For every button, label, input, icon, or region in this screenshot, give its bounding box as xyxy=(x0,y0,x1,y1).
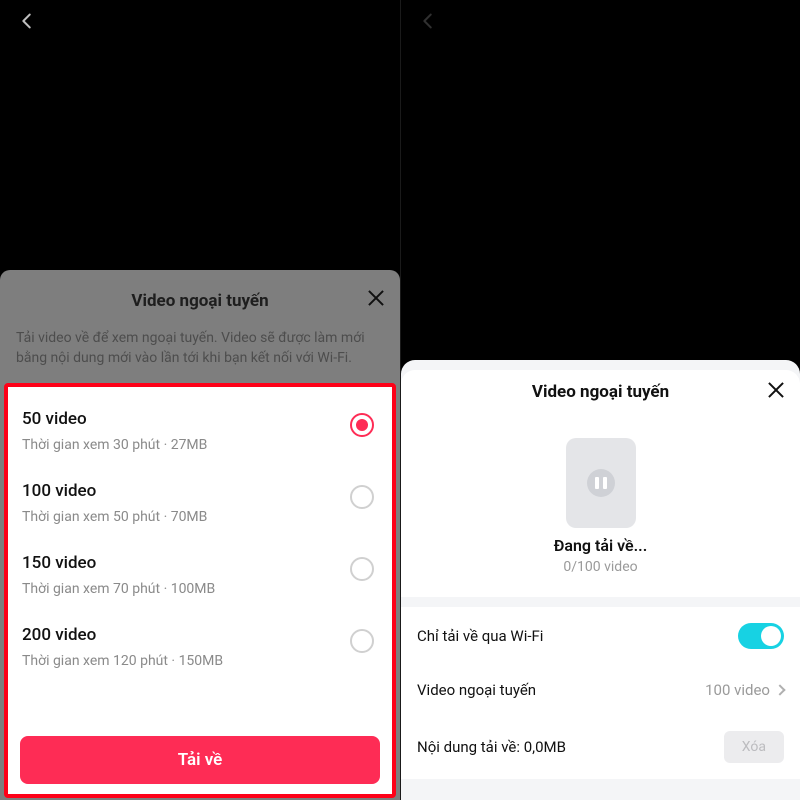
close-icon[interactable] xyxy=(766,380,786,404)
option-100[interactable]: 100 video Thời gian xem 50 phút · 70MB xyxy=(20,467,380,539)
offline-sheet: Video ngoại tuyến Đang tải về... 0/100 v… xyxy=(401,360,800,800)
settings-card: Chỉ tải về qua Wi-Fi Video ngoại tuyến 1… xyxy=(401,607,800,779)
sheet-title: Video ngoại tuyến xyxy=(131,291,268,311)
row-wifi-only[interactable]: Chỉ tải về qua Wi-Fi xyxy=(401,607,800,665)
option-title: 100 video xyxy=(22,481,378,501)
chevron-right-icon xyxy=(774,684,785,695)
sheet-header: Video ngoại tuyến xyxy=(0,276,400,326)
option-subtitle: Thời gian xem 30 phút · 27MB xyxy=(22,437,378,453)
row-offline-video[interactable]: Video ngoại tuyến 100 video xyxy=(401,665,800,715)
option-subtitle: Thời gian xem 50 phút · 70MB xyxy=(22,509,378,525)
progress-card: Đang tải về... 0/100 video xyxy=(401,414,800,597)
offline-sheet-dimmed: Video ngoại tuyến Tải video về để xem ng… xyxy=(0,270,400,800)
row-value: 100 video xyxy=(705,681,784,699)
option-subtitle: Thời gian xem 70 phút · 100MB xyxy=(22,581,378,597)
back-icon[interactable] xyxy=(10,6,44,41)
delete-button[interactable]: Xóa xyxy=(724,731,784,763)
sheet-description: Tải video về để xem ngoại tuyến. Video s… xyxy=(0,326,400,383)
row-label: Video ngoại tuyến xyxy=(417,681,536,699)
download-button[interactable]: Tải về xyxy=(20,736,380,784)
back-icon[interactable] xyxy=(411,6,445,41)
right-pane: Video ngoại tuyến Đang tải về... 0/100 v… xyxy=(400,0,800,800)
download-status: Đang tải về... xyxy=(401,536,800,555)
download-progress: 0/100 video xyxy=(401,559,800,575)
left-pane: Video ngoại tuyến Tải video về để xem ng… xyxy=(0,0,400,800)
option-150[interactable]: 150 video Thời gian xem 70 phút · 100MB xyxy=(20,539,380,611)
pause-icon[interactable] xyxy=(587,469,615,497)
option-200[interactable]: 200 video Thời gian xem 120 phút · 150MB xyxy=(20,611,380,683)
left-topbar xyxy=(0,0,400,46)
sheet-title: Video ngoại tuyến xyxy=(532,382,669,402)
radio-icon[interactable] xyxy=(350,629,374,653)
row-value-text: 100 video xyxy=(705,681,770,699)
radio-icon[interactable] xyxy=(350,557,374,581)
row-label: Nội dung tải về: 0,0MB xyxy=(417,738,566,756)
option-subtitle: Thời gian xem 120 phút · 150MB xyxy=(22,653,378,669)
radio-icon[interactable] xyxy=(350,485,374,509)
option-title: 200 video xyxy=(22,625,378,645)
option-title: 50 video xyxy=(22,409,378,429)
sheet-header: Video ngoại tuyến xyxy=(401,370,800,414)
download-options-box: 50 video Thời gian xem 30 phút · 27MB 10… xyxy=(4,383,396,798)
right-topbar xyxy=(401,0,800,46)
row-storage: Nội dung tải về: 0,0MB Xóa xyxy=(401,715,800,779)
toggle-switch[interactable] xyxy=(738,623,784,649)
option-title: 150 video xyxy=(22,553,378,573)
close-icon[interactable] xyxy=(366,288,386,314)
row-label: Chỉ tải về qua Wi-Fi xyxy=(417,627,543,645)
option-50[interactable]: 50 video Thời gian xem 30 phút · 27MB xyxy=(20,395,380,467)
radio-icon[interactable] xyxy=(350,413,374,437)
video-thumb-icon xyxy=(566,438,636,528)
